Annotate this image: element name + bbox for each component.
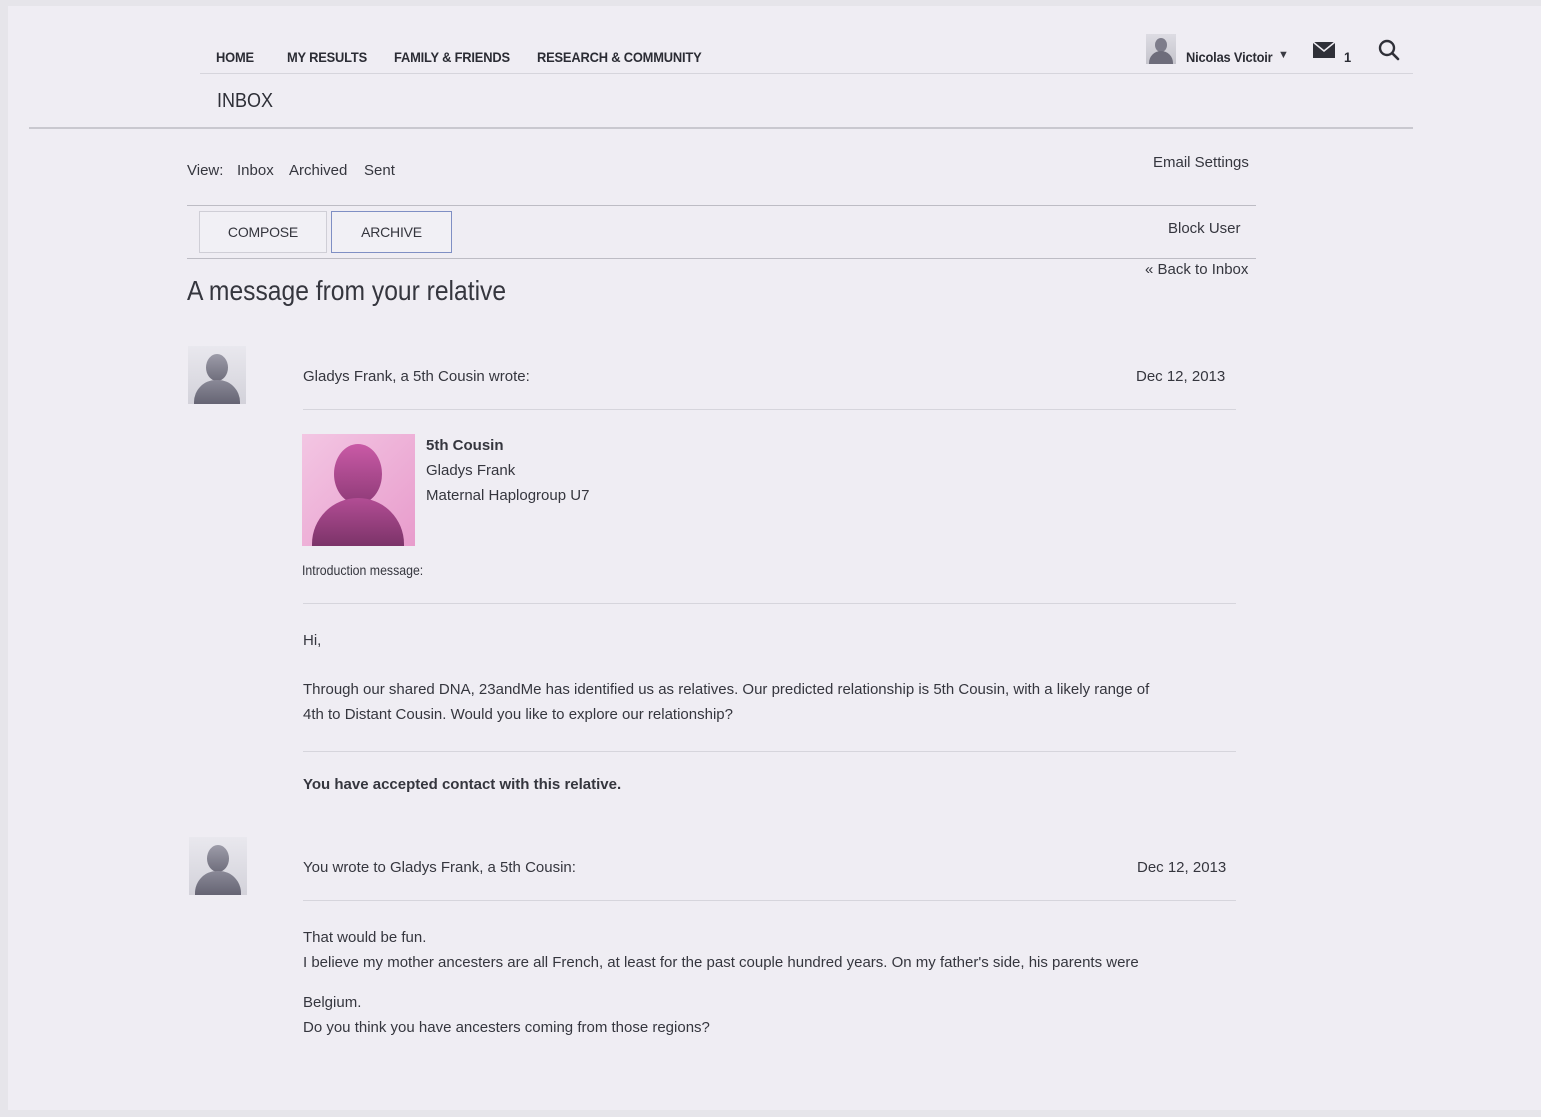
profile-relationship: 5th Cousin [426,437,504,454]
sender-avatar [189,837,247,895]
user-avatar[interactable] [1146,34,1176,64]
nav-home[interactable]: HOME [216,49,254,65]
toolbar-bottom-divider [187,258,1256,259]
chevron-down-icon[interactable]: ▼ [1278,49,1289,61]
message-body-line: Through our shared DNA, 23andMe has iden… [303,681,1150,698]
nav-my-results[interactable]: MY RESULTS [287,49,367,65]
message-body-line: That would be fun. [303,929,427,946]
page-sheet: HOME MY RESULTS FAMILY & FRIENDS RESEARC… [8,6,1541,1110]
message-title: A message from your relative [187,275,507,306]
mail-count[interactable]: 1 [1344,49,1351,65]
message-body-line: Belgium. [303,994,362,1011]
intro-label: Introduction message: [302,562,424,578]
search-icon[interactable] [1378,39,1400,66]
email-settings-link[interactable]: Email Settings [1153,154,1249,171]
profile-name[interactable]: Gladys Frank [426,462,515,479]
view-sent-link[interactable]: Sent [364,162,395,179]
relative-profile-photo[interactable] [302,434,415,546]
mail-icon[interactable] [1312,41,1336,63]
toolbar-top-divider [187,205,1256,206]
view-inbox-link[interactable]: Inbox [237,162,274,179]
back-to-inbox-link[interactable]: « Back to Inbox [1145,261,1248,278]
nav-research-community[interactable]: RESEARCH & COMMUNITY [537,49,702,65]
message-header: You wrote to Gladys Frank, a 5th Cousin: [303,859,576,876]
view-archived-link[interactable]: Archived [289,162,347,179]
body-divider [303,751,1236,752]
message-body-line: I believe my mother ancesters are all Fr… [303,954,1139,971]
nav-divider [200,73,1413,74]
profile-haplogroup: Maternal Haplogroup U7 [426,487,590,504]
contact-status: You have accepted contact with this rela… [303,776,622,793]
message-divider [303,409,1236,410]
header-divider [29,127,1413,129]
message-greeting: Hi, [303,632,322,649]
archive-button[interactable]: ARCHIVE [331,211,452,253]
user-name[interactable]: Nicolas Victoir [1186,49,1273,65]
compose-button[interactable]: COMPOSE [199,211,327,253]
message-header: Gladys Frank, a 5th Cousin wrote: [303,368,530,385]
nav-family-friends[interactable]: FAMILY & FRIENDS [394,49,510,65]
view-label: View: [187,162,224,179]
page-title: INBOX [217,90,274,112]
message-date: Dec 12, 2013 [1136,368,1226,385]
message-body-line: 4th to Distant Cousin. Would you like to… [303,706,733,723]
block-user-link[interactable]: Block User [1168,220,1241,237]
intro-divider [303,603,1236,604]
message-date: Dec 12, 2013 [1137,859,1227,876]
message-divider [303,900,1236,901]
message-body-line: Do you think you have ancesters coming f… [303,1019,710,1036]
sender-avatar [188,346,246,404]
